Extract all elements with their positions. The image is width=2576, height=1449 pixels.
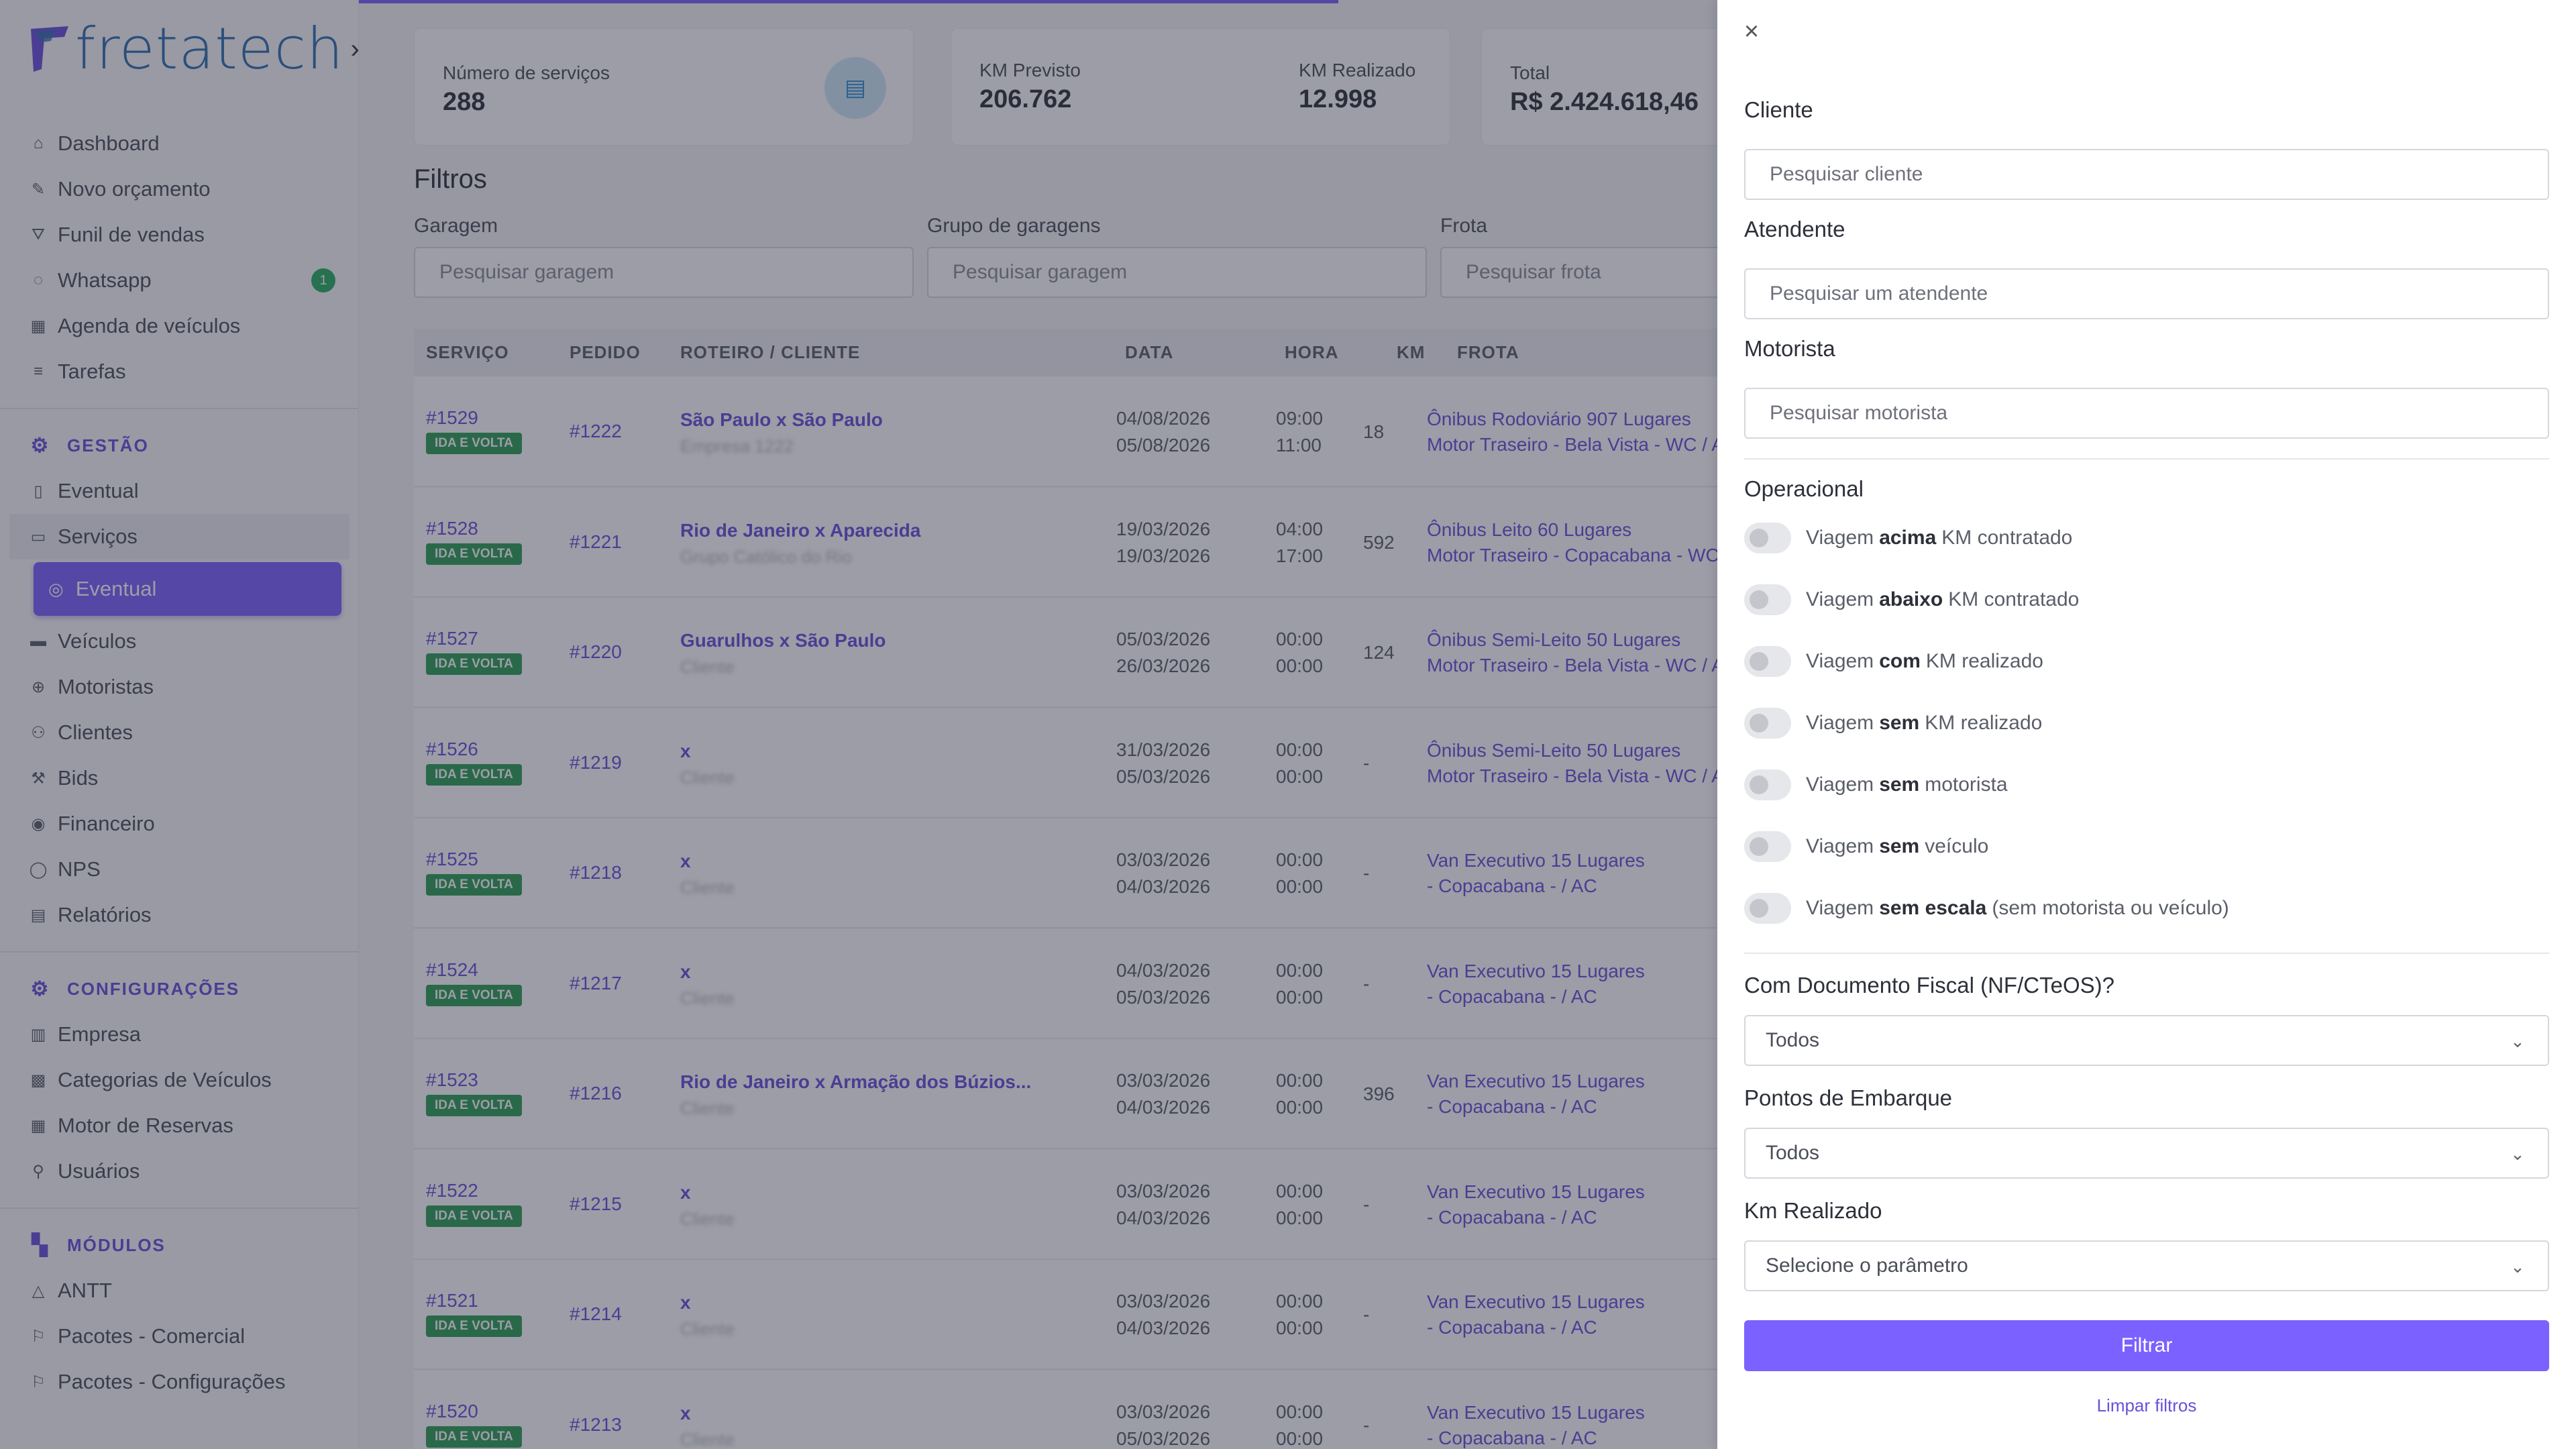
toggle-switch[interactable] [1744, 893, 1791, 924]
km-realizado-value: Selecione o parâmetro [1766, 1254, 1968, 1277]
modal-backdrop[interactable] [0, 0, 1717, 1449]
toggle-switch[interactable] [1744, 708, 1791, 739]
toggle-switch[interactable] [1744, 584, 1791, 615]
km-realizado-label: Km Realizado [1744, 1198, 1882, 1223]
operacional-toggle-row[interactable]: Viagem sem veículo [1744, 830, 1988, 863]
operacional-toggle-row[interactable]: Viagem abaixo KM contratado [1744, 583, 2079, 616]
toggle-label-prefix: Viagem [1806, 588, 1874, 610]
toggle-label-suffix: KM contratado [1941, 527, 2073, 549]
pontos-embarque-label: Pontos de Embarque [1744, 1085, 1953, 1110]
pontos-embarque-select[interactable]: Todos ⌄ [1744, 1128, 2549, 1179]
operacional-toggle-row[interactable]: Viagem sem KM realizado [1744, 706, 2042, 740]
toggle-label-prefix: Viagem [1806, 897, 1874, 919]
operacional-label: Operacional [1744, 476, 1864, 501]
toggle-switch[interactable] [1744, 769, 1791, 800]
toggle-label-bold: sem [1879, 835, 1920, 857]
toggle-switch[interactable] [1744, 523, 1791, 553]
toggle-label-suffix: veículo [1925, 835, 1989, 857]
operacional-toggle-row[interactable]: Viagem sem motorista [1744, 768, 2008, 802]
filter-button[interactable]: Filtrar [1744, 1320, 2549, 1371]
toggle-label-bold: sem [1879, 712, 1920, 734]
toggle-label-bold: abaixo [1879, 588, 1943, 610]
documento-fiscal-select[interactable]: Todos ⌄ [1744, 1015, 2549, 1066]
app-root: fretatech › ⌂ Dashboard ✎ Novo orçamento ⛛ Fu… [0, 0, 2576, 1449]
km-realizado-select[interactable]: Selecione o parâmetro ⌄ [1744, 1240, 2549, 1291]
chevron-down-icon: ⌄ [2510, 1144, 2525, 1164]
toggle-label-bold: com [1879, 650, 1921, 672]
atendente-search-input[interactable]: Pesquisar um atendente [1744, 268, 2549, 319]
divider [1744, 458, 2549, 460]
toggle-label-bold: sem escala [1879, 897, 1987, 919]
close-icon[interactable]: × [1740, 19, 1763, 44]
toggle-label-prefix: Viagem [1806, 527, 1874, 549]
toggle-label-suffix: motorista [1925, 773, 2008, 796]
toggle-label-suffix: KM realizado [1925, 650, 2043, 672]
toggle-switch[interactable] [1744, 646, 1791, 677]
toggle-label-bold: acima [1879, 527, 1937, 549]
toggle-label-prefix: Viagem [1806, 773, 1874, 796]
motorista-search-input[interactable]: Pesquisar motorista [1744, 388, 2549, 439]
chevron-down-icon: ⌄ [2510, 1031, 2525, 1051]
toggle-label-suffix: (sem motorista ou veículo) [1992, 897, 2229, 919]
cliente-label: Cliente [1744, 97, 1813, 122]
operacional-toggle-row[interactable]: Viagem sem escala (sem motorista ou veícul… [1744, 892, 2229, 925]
toggle-label-prefix: Viagem [1806, 835, 1874, 857]
cliente-search-input[interactable]: Pesquisar cliente [1744, 149, 2549, 200]
operacional-toggle-row[interactable]: Viagem acima KM contratado [1744, 521, 2072, 555]
motorista-label: Motorista [1744, 336, 1835, 361]
divider [1744, 953, 2549, 954]
chevron-down-icon: ⌄ [2510, 1256, 2525, 1277]
pontos-embarque-value: Todos [1766, 1142, 1820, 1164]
operacional-toggle-row[interactable]: Viagem com KM realizado [1744, 645, 2043, 678]
documento-fiscal-value: Todos [1766, 1029, 1820, 1051]
toggle-label-prefix: Viagem [1806, 712, 1874, 734]
documento-fiscal-label: Com Documento Fiscal (NF/CTeOS)? [1744, 973, 2114, 998]
clear-filters-link[interactable]: Limpar filtros [1744, 1395, 2549, 1416]
toggle-label-suffix: KM contratado [1948, 588, 2080, 610]
toggle-switch[interactable] [1744, 831, 1791, 862]
toggle-label-prefix: Viagem [1806, 650, 1874, 672]
toggle-label-suffix: KM realizado [1925, 712, 2043, 734]
toggle-label-bold: sem [1879, 773, 1920, 796]
atendente-label: Atendente [1744, 217, 1845, 241]
